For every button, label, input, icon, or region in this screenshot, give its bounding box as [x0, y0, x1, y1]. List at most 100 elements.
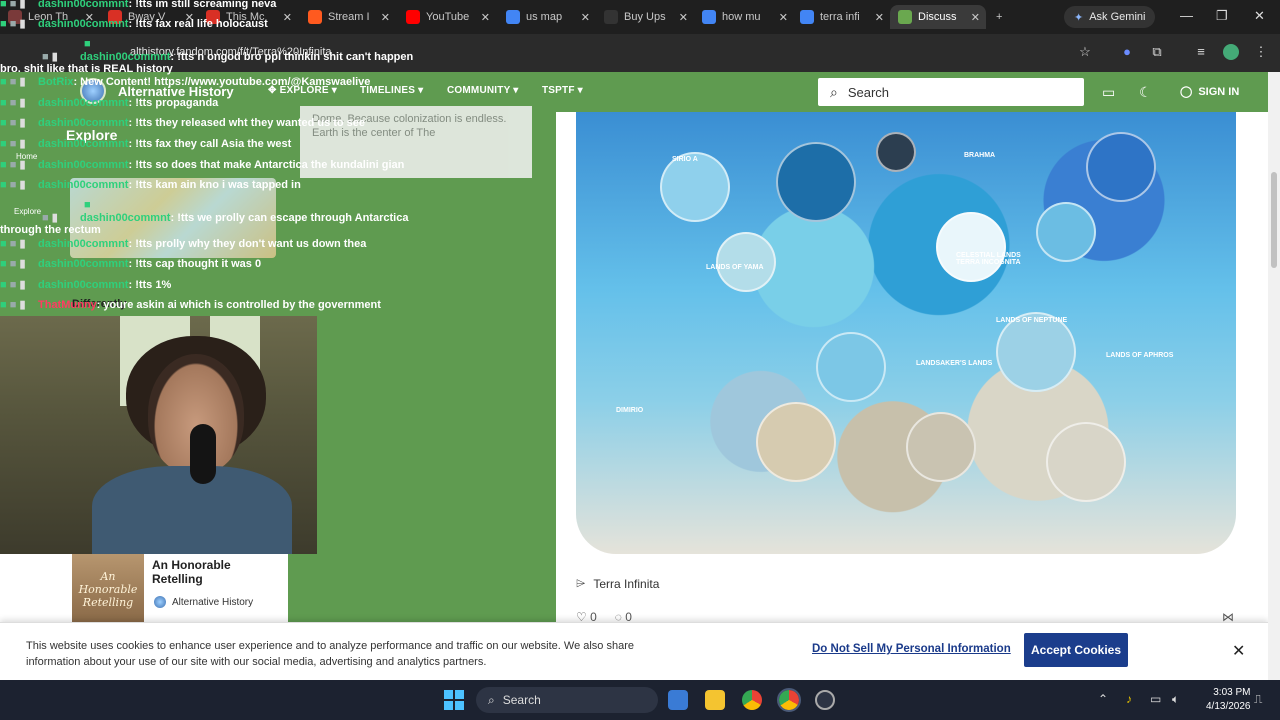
menu-kebab-icon[interactable]: ⋮ [1253, 44, 1269, 60]
chat-badge-icon: ■ ■ ▮ [0, 117, 26, 129]
close-window-icon[interactable]: ✕ [1254, 8, 1265, 24]
tab-close-icon[interactable]: ✕ [283, 11, 292, 24]
chat-username[interactable]: dashin00commnt [38, 138, 128, 150]
bookmark-star-icon[interactable]: ☆ [1077, 44, 1093, 60]
user-icon: ◯ [1180, 86, 1193, 98]
moon-icon[interactable]: ☾ [1139, 84, 1152, 101]
post-tag[interactable]: ⌲ Terra Infinita [576, 576, 659, 591]
restore-icon[interactable]: ❐ [1216, 8, 1228, 24]
chat-username[interactable]: dashin00commnt [38, 117, 128, 129]
tab-label: us map [526, 11, 563, 23]
chat-username[interactable]: dashin00commnt [38, 179, 128, 191]
chat-username[interactable]: dashin00commnt [38, 18, 128, 30]
chat-message: ■ ■ ▮ dashin00commnt: !tts 1% [0, 278, 171, 291]
chat-text: : youre askin ai which is controlled by … [96, 299, 381, 311]
map-label: LANDS OF APHROS [1106, 352, 1174, 359]
media-icon[interactable]: ≡ [1193, 44, 1209, 60]
tab-close-icon[interactable]: ✕ [679, 11, 688, 24]
start-button[interactable] [444, 690, 464, 710]
tab-close-icon[interactable]: ✕ [481, 11, 490, 24]
chat-username[interactable]: ThatMunny [38, 299, 97, 311]
chat-username[interactable]: dashin00commnt [38, 159, 128, 171]
scrollbar-thumb[interactable] [1271, 172, 1277, 268]
folder-icon[interactable] [705, 690, 725, 710]
chrome-active-icon[interactable] [777, 688, 801, 712]
chat-text: : !tts kam ain kno i was tapped in [128, 179, 301, 191]
ask-gemini-button[interactable]: ✦ Ask Gemini [1064, 6, 1156, 28]
page-scrollbar[interactable] [1268, 72, 1280, 680]
browser-tab[interactable]: how mu ✕ [694, 5, 794, 29]
chrome-icon[interactable] [742, 690, 762, 710]
mic-icon[interactable]: ♪ [1126, 692, 1132, 706]
chat-badge-icon: ■ ■ ▮ [0, 258, 26, 270]
chat-message: ■ ■ ▮ dashin00commnt: !tts fax real life … [0, 17, 268, 30]
network-icon[interactable]: ▭ [1150, 692, 1161, 706]
tab-close-icon[interactable]: ✕ [779, 11, 788, 24]
tab-favicon-icon [406, 10, 420, 24]
browser-tab[interactable]: Stream I ✕ [300, 5, 396, 29]
notification-icon[interactable]: ⎍ [1254, 692, 1262, 707]
close-icon[interactable]: ✕ [1232, 641, 1245, 661]
tag-label: Terra Infinita [593, 576, 660, 591]
chat-message: ■ ■ ▮ dashin00commnt: !tts they released … [0, 116, 365, 129]
chat-username[interactable]: dashin00commnt [80, 51, 170, 63]
chat-text: : New Content! https://www.youtube.com/@… [73, 76, 371, 88]
chat-username[interactable]: dashin00commnt [80, 212, 170, 224]
search-placeholder: Search [847, 84, 890, 100]
tab-close-icon[interactable]: ✕ [875, 11, 884, 24]
chat-username[interactable]: dashin00commnt [38, 97, 128, 109]
chat-text: : !tts propaganda [128, 97, 219, 109]
nav-tsptf[interactable]: TSPTF ▾ [542, 85, 583, 96]
chat-text: : !tts so does that make Antarctica the … [128, 159, 405, 171]
browser-tab[interactable]: Discuss ✕ [890, 5, 986, 29]
chat-message: ■ ■ ▮ dashin00commnt: !tts im still screa… [0, 0, 276, 10]
volume-icon[interactable]: 🔈︎ [1172, 692, 1179, 707]
taskbar-search[interactable]: ⌕ Search [476, 687, 658, 713]
chat-username[interactable]: BotRix [38, 76, 73, 88]
chat-username[interactable]: dashin00commnt [38, 238, 128, 250]
chat-username[interactable]: dashin00commnt [38, 279, 128, 291]
chat-username[interactable]: dashin00commnt [38, 258, 128, 270]
browser-tab[interactable]: us map ✕ [498, 5, 596, 29]
taskbar-clock[interactable]: 3:03 PM 4/13/2026 [1206, 686, 1251, 713]
do-not-sell-link[interactable]: Do Not Sell My Personal Information [812, 643, 1011, 655]
chat-message: ■ ■ ▮ dashin00commnt: !tts n ongod bro pp… [0, 38, 430, 75]
profile-avatar[interactable] [1223, 44, 1239, 60]
chat-badge-icon: ■ ■ ▮ [42, 38, 91, 63]
clock-time: 3:03 PM [1213, 687, 1251, 698]
terra-infinita-map-image[interactable]: SIRIO A BRAHMA LANDS OF YAMA CELESTIAL L… [576, 112, 1236, 554]
browser-tab[interactable]: Buy Ups ✕ [596, 5, 694, 29]
extensions-puzzle-icon[interactable]: ⧉ [1149, 44, 1165, 60]
minimize-icon[interactable]: — [1180, 8, 1193, 23]
obs-icon[interactable] [815, 690, 835, 710]
site-search-input[interactable]: ⌕ Search [818, 78, 1084, 106]
new-tab-icon[interactable]: + [988, 5, 1012, 29]
book-card[interactable]: An Honorable Retelling An Honorable Rete… [72, 554, 288, 622]
map-region [996, 312, 1076, 392]
tab-favicon-icon [702, 10, 716, 24]
book-community: Alternative History [154, 596, 253, 608]
chat-username[interactable]: dashin00commnt [38, 0, 128, 10]
extension-icon[interactable]: ● [1119, 44, 1135, 60]
map-region [936, 212, 1006, 282]
nav-community[interactable]: COMMUNITY ▾ [447, 85, 518, 96]
accept-cookies-button[interactable]: Accept Cookies [1024, 633, 1128, 667]
browser-tab[interactable]: terra infi ✕ [792, 5, 890, 29]
store-icon[interactable] [668, 690, 688, 710]
book-title[interactable]: An Honorable Retelling [152, 558, 272, 587]
map-label: CELESTIAL LANDS TERRA INCOGNITA [956, 252, 1021, 266]
tab-close-icon[interactable]: ✕ [971, 11, 980, 24]
map-region [716, 232, 776, 292]
tray-chevron-icon[interactable]: ⌃ [1098, 692, 1108, 706]
chat-text: : !tts prolly why they don't want us dow… [128, 238, 367, 250]
map-region [776, 142, 856, 222]
tab-close-icon[interactable]: ✕ [381, 11, 390, 24]
clock-date: 4/13/2026 [1206, 700, 1251, 712]
tab-close-icon[interactable]: ✕ [581, 11, 590, 24]
browser-tab[interactable]: YouTube ✕ [398, 5, 496, 29]
chat-badge-icon: ■ ■ ▮ [0, 159, 26, 171]
sign-in-button[interactable]: ◯ SIGN IN [1180, 85, 1239, 99]
book-icon[interactable]: ▭ [1102, 84, 1115, 101]
map-region [876, 132, 916, 172]
tab-label: YouTube [426, 11, 470, 23]
